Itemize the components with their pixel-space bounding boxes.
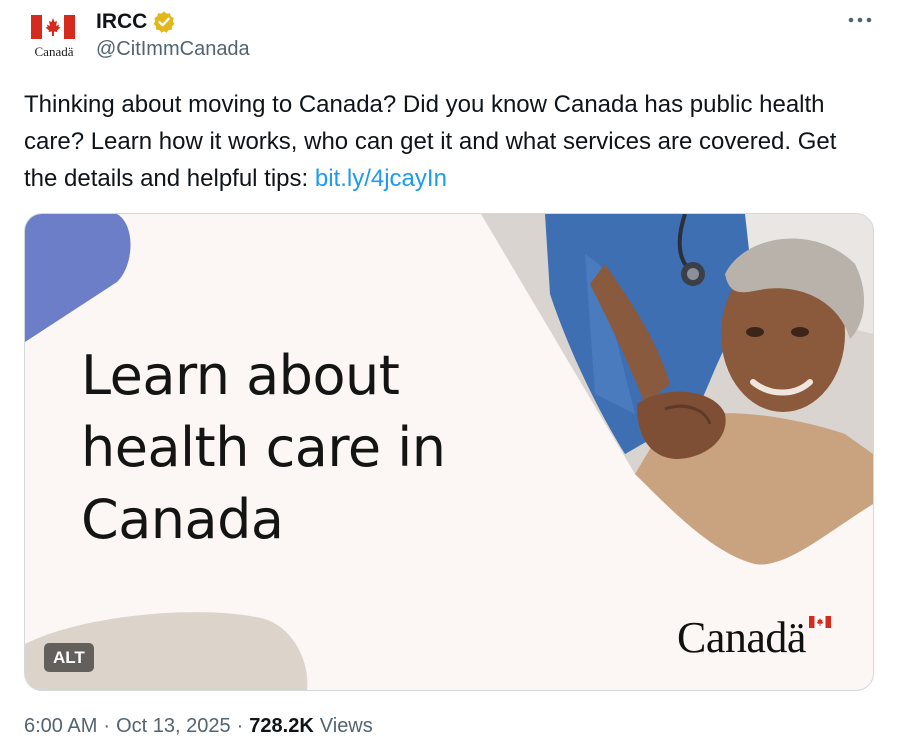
blue-corner-shape xyxy=(25,214,131,342)
views-label: Views xyxy=(319,715,373,737)
canada-wordmark: Canadä xyxy=(677,613,806,662)
tweet-time[interactable]: 6:00 AM xyxy=(24,715,97,738)
headline-line: Canada xyxy=(81,488,284,551)
handle[interactable]: @CitImmCanada xyxy=(96,38,250,61)
media-headline: Learn about health care in Canada xyxy=(81,340,446,556)
avatar[interactable]: Canadä xyxy=(24,8,82,66)
views-count[interactable]: 728.2K xyxy=(249,715,314,738)
avatar-wordmark: Canadä xyxy=(34,44,74,59)
tweet: Canadä IRCC @CitImmCanada Thinking about… xyxy=(0,0,906,750)
headline-line: health care in xyxy=(81,416,446,479)
more-horizontal-icon[interactable] xyxy=(846,10,874,30)
tweet-meta: 6:00 AM · Oct 13, 2025 · 728.2K Views xyxy=(24,715,373,738)
meta-separator: · xyxy=(103,715,111,737)
verified-badge-icon[interactable] xyxy=(152,10,176,34)
tweet-header: IRCC @CitImmCanada xyxy=(96,8,250,61)
tweet-link[interactable]: bit.ly/4jcayIn xyxy=(315,165,447,192)
tweet-date[interactable]: Oct 13, 2025 xyxy=(116,715,231,738)
wordmark-flag-icon xyxy=(809,616,831,628)
alt-badge[interactable]: ALT xyxy=(44,643,94,672)
meta-separator: · xyxy=(236,715,244,737)
canada-flag-icon xyxy=(31,15,75,39)
display-name[interactable]: IRCC xyxy=(96,10,147,34)
tweet-text: Thinking about moving to Canada? Did you… xyxy=(24,86,864,197)
media-image[interactable]: Learn about health care in Canada Canadä… xyxy=(24,213,874,691)
headline-line: Learn about xyxy=(81,344,400,407)
